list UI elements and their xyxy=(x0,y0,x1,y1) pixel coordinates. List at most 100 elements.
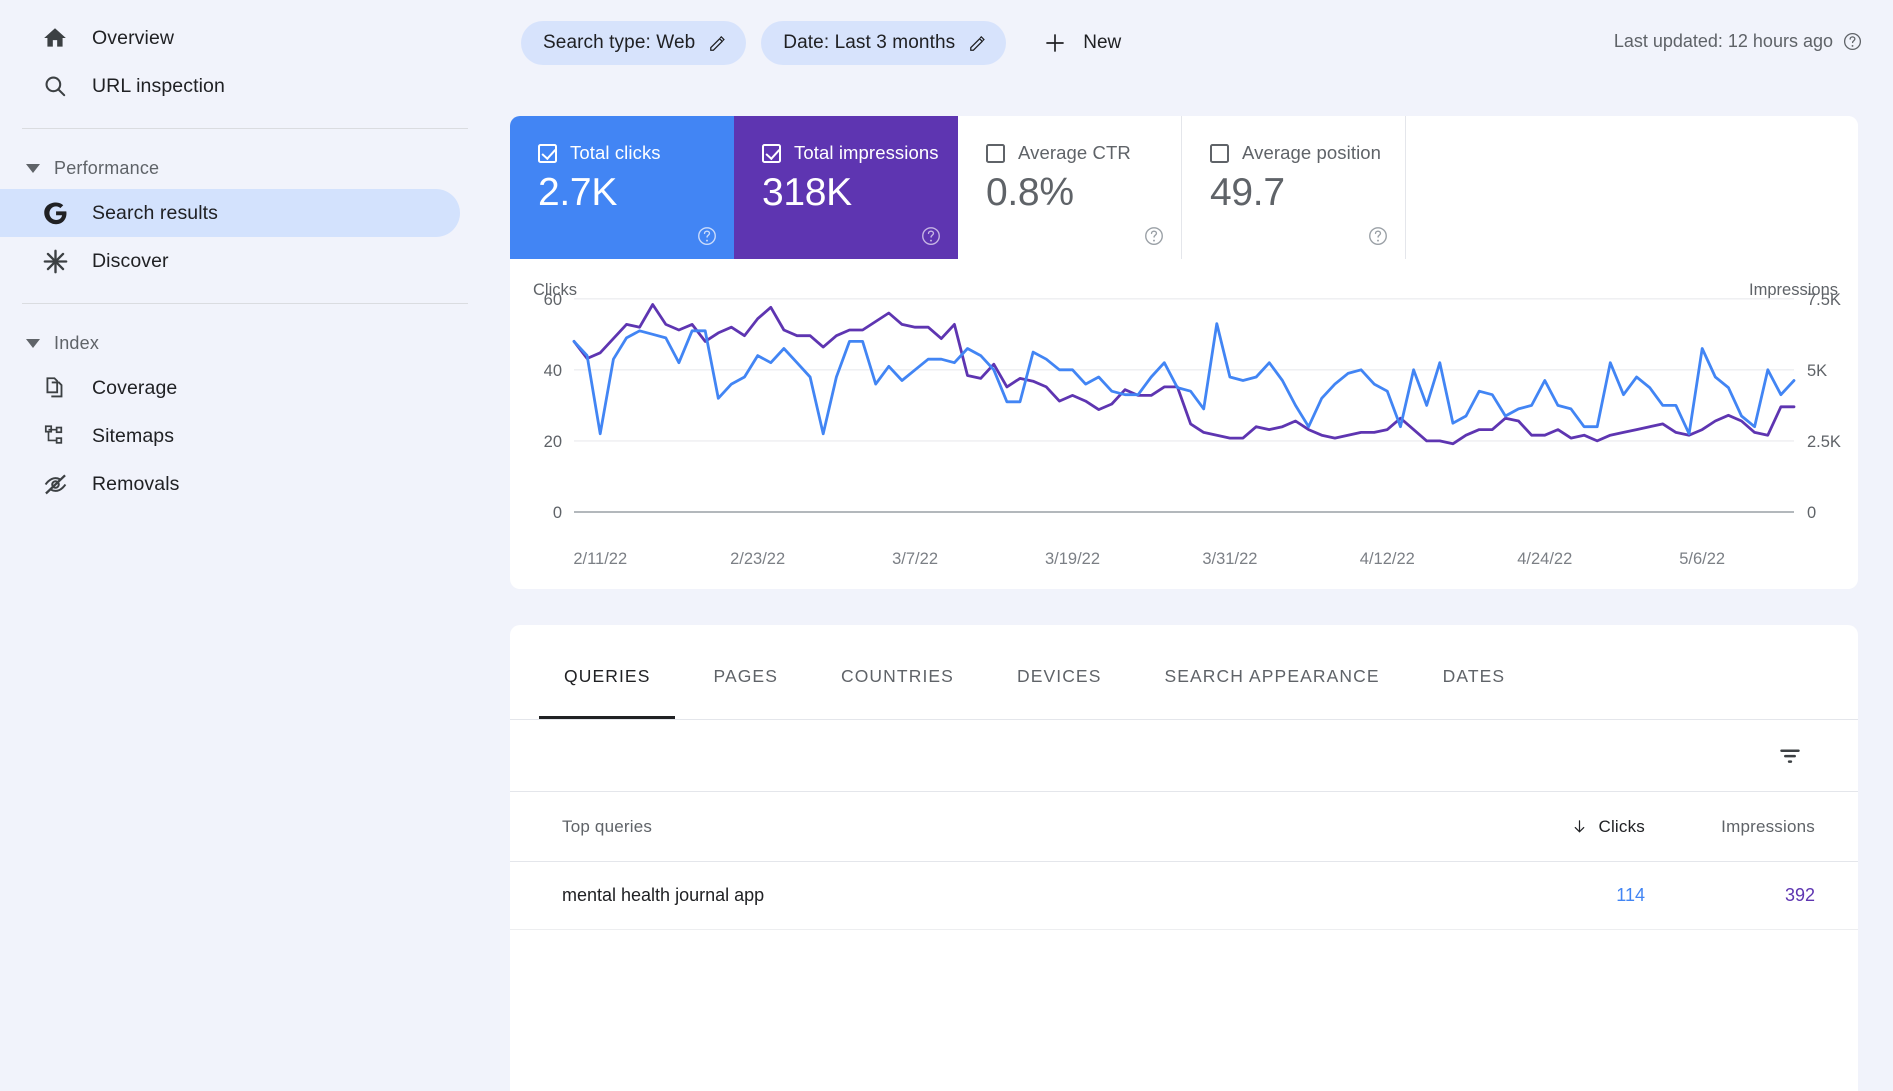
x-axis-tick: 2/23/22 xyxy=(730,550,785,568)
sidebar-item-label: Sitemaps xyxy=(92,424,175,447)
last-updated-text: Last updated: 12 hours ago xyxy=(1613,31,1833,51)
help-icon[interactable] xyxy=(1143,225,1165,247)
y-axis-right-tick: 7.5K xyxy=(1807,291,1841,309)
sidebar-divider-2 xyxy=(22,303,468,304)
tab-queries[interactable]: QUERIES xyxy=(538,666,677,719)
y-axis-left-tick: 20 xyxy=(544,433,562,451)
x-axis-tick: 4/24/22 xyxy=(1517,550,1572,568)
metric-title: Average position xyxy=(1242,142,1382,163)
performance-card: Total clicks 2.7K Total impressions 318K… xyxy=(510,116,1858,589)
asterisk-icon xyxy=(40,246,70,276)
x-axis-tick: 3/31/22 xyxy=(1202,550,1257,568)
sidebar-item-sitemaps[interactable]: Sitemaps xyxy=(0,412,460,460)
y-axis-left-tick: 60 xyxy=(544,291,562,309)
metric-title: Total impressions xyxy=(794,142,939,163)
column-header-impressions[interactable]: Impressions xyxy=(1683,817,1858,837)
tab-pages[interactable]: PAGES xyxy=(713,666,778,719)
results-table-card: QUERIES PAGES COUNTRIES DEVICES SEARCH APPEA… xyxy=(510,625,1858,1091)
pencil-icon[interactable] xyxy=(708,34,727,53)
sidebar-section-label: Index xyxy=(54,332,100,353)
help-icon[interactable] xyxy=(1367,225,1389,247)
tab-dates[interactable]: DATES xyxy=(1443,666,1506,719)
plus-icon xyxy=(1043,31,1067,55)
sidebar-item-removals[interactable]: Removals xyxy=(0,460,460,508)
x-axis-tick: 5/6/22 xyxy=(1679,550,1725,568)
metric-card-average-ctr[interactable]: Average CTR 0.8% xyxy=(958,116,1182,259)
last-updated: Last updated: 12 hours ago xyxy=(1614,31,1863,52)
metric-card-total-impressions[interactable]: Total impressions 318K xyxy=(734,116,958,259)
sidebar-section-performance[interactable]: Performance xyxy=(0,147,508,189)
sidebar-item-label: URL inspection xyxy=(92,74,225,97)
sidebar-item-label: Overview xyxy=(92,26,175,49)
metric-value: 49.7 xyxy=(1210,171,1285,214)
total-impressions-checkbox[interactable] xyxy=(762,143,781,163)
help-icon[interactable] xyxy=(920,225,942,247)
y-axis-right-tick: 0 xyxy=(1807,504,1816,522)
table-row[interactable]: mental health journal app 114 392 xyxy=(510,862,1858,930)
table-cell-query: mental health journal app xyxy=(562,885,765,905)
sidebar-item-url-inspection[interactable]: URL inspection xyxy=(0,62,460,110)
metric-cards: Total clicks 2.7K Total impressions 318K… xyxy=(510,116,1858,259)
sidebar-item-label: Coverage xyxy=(92,376,178,399)
documents-icon xyxy=(40,373,70,403)
home-icon xyxy=(40,23,70,53)
x-axis-tick: 3/7/22 xyxy=(892,550,938,568)
table-cell-impressions: 392 xyxy=(1784,885,1815,905)
x-axis-tick: 3/19/22 xyxy=(1045,550,1100,568)
search-console-page: Overview URL inspection Performance Sear… xyxy=(0,0,1893,1091)
metric-value: 0.8% xyxy=(986,171,1074,214)
table-toolbar xyxy=(510,720,1858,792)
average-ctr-checkbox[interactable] xyxy=(986,143,1005,163)
filter-bar: Search type: Web Date: Last 3 months New… xyxy=(508,0,1893,86)
sidebar-item-coverage[interactable]: Coverage xyxy=(0,364,460,412)
column-header-clicks-label: Clicks xyxy=(1598,816,1645,836)
filter-chip-label: Date: Last 3 months xyxy=(783,32,956,53)
y-axis-right-tick: 5K xyxy=(1807,362,1827,380)
table-header-row: Top queries Clicks Impressions xyxy=(510,792,1858,862)
metric-cards-filler xyxy=(1406,116,1858,259)
sitemap-icon xyxy=(40,421,70,451)
new-filter-button[interactable]: New xyxy=(1029,21,1135,65)
column-header-impressions-label: Impressions xyxy=(1721,816,1815,836)
x-axis-tick: 2/11/22 xyxy=(573,550,627,568)
google-g-icon xyxy=(40,198,70,228)
table-tabs: QUERIES PAGES COUNTRIES DEVICES SEARCH APPEA… xyxy=(510,625,1858,720)
eye-off-icon xyxy=(40,469,70,499)
filter-icon[interactable] xyxy=(1769,735,1811,777)
y-axis-right-tick: 2.5K xyxy=(1807,433,1841,451)
tab-devices[interactable]: DEVICES xyxy=(1017,666,1102,719)
average-position-checkbox[interactable] xyxy=(1210,143,1229,163)
sidebar-item-search-results[interactable]: Search results xyxy=(0,189,460,237)
total-clicks-checkbox[interactable] xyxy=(538,143,557,163)
y-axis-left-tick: 40 xyxy=(544,362,562,380)
sidebar-item-label: Search results xyxy=(92,201,219,224)
sidebar: Overview URL inspection Performance Sear… xyxy=(0,0,508,1091)
filter-chip-date[interactable]: Date: Last 3 months xyxy=(761,21,1007,65)
sidebar-divider-1 xyxy=(22,128,468,129)
metric-card-total-clicks[interactable]: Total clicks 2.7K xyxy=(510,116,734,259)
sidebar-item-label: Removals xyxy=(92,472,180,495)
metric-title: Average CTR xyxy=(1018,142,1131,163)
metric-value: 318K xyxy=(762,171,852,214)
metric-value: 2.7K xyxy=(538,171,618,214)
column-header-clicks[interactable]: Clicks xyxy=(1508,817,1683,837)
chart-line-clicks xyxy=(572,322,1796,436)
arrow-down-icon xyxy=(1571,818,1588,835)
chart-canvas: 0 20 40 60 0 2.5K 5K 7.5K 2/11/22 2/23/22 3/7/22 3/… xyxy=(544,291,1841,568)
column-header-top-queries: Top queries xyxy=(562,816,653,836)
sidebar-item-overview[interactable]: Overview xyxy=(0,14,460,62)
tab-search-appearance[interactable]: SEARCH APPEARANCE xyxy=(1164,666,1379,719)
help-icon[interactable] xyxy=(1842,31,1863,52)
filter-chip-search-type[interactable]: Search type: Web xyxy=(521,21,747,65)
chevron-down-icon xyxy=(22,157,44,179)
pencil-icon[interactable] xyxy=(968,34,987,53)
performance-chart: Clicks Impressions 0 20 40 60 0 2.5K 5K 7.5K 2/1… xyxy=(510,259,1858,589)
main-content: Search type: Web Date: Last 3 months New… xyxy=(508,0,1893,1091)
sidebar-section-index[interactable]: Index xyxy=(0,322,508,364)
sidebar-item-discover[interactable]: Discover xyxy=(0,237,460,285)
metric-title: Total clicks xyxy=(570,142,661,163)
tab-countries[interactable]: COUNTRIES xyxy=(841,666,954,719)
help-icon[interactable] xyxy=(696,225,718,247)
sidebar-section-label: Performance xyxy=(54,157,160,178)
metric-card-average-position[interactable]: Average position 49.7 xyxy=(1182,116,1406,259)
